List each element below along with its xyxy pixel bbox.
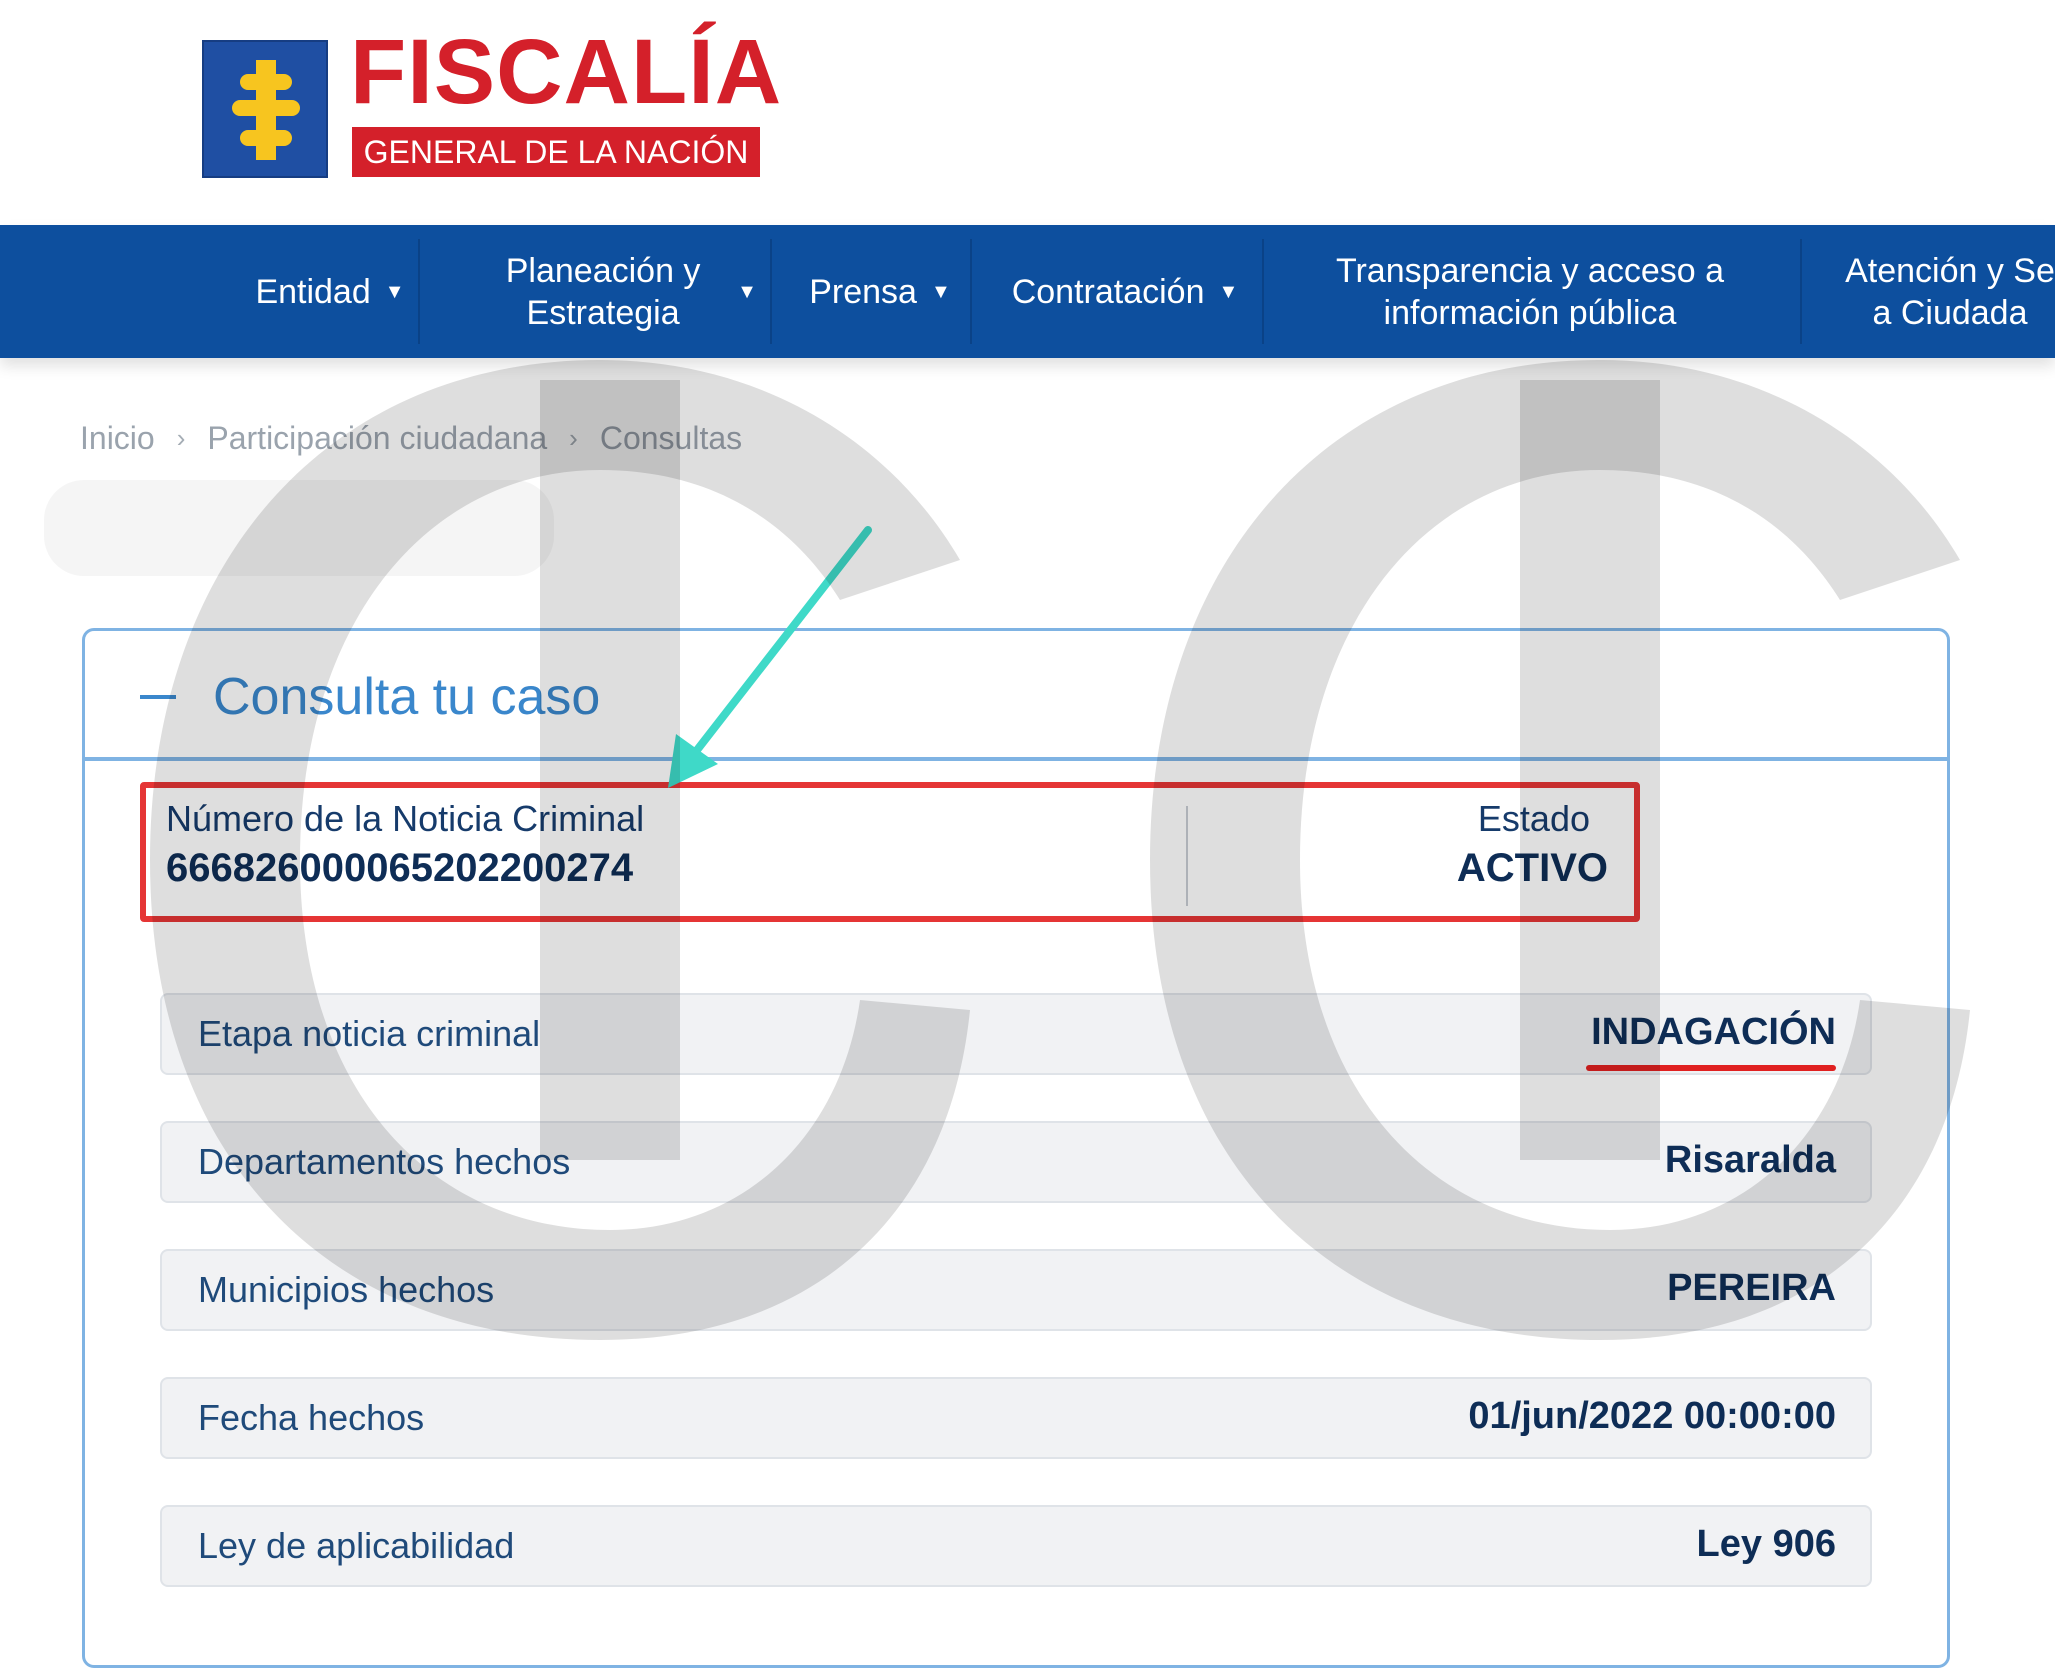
detail-row-fecha: Fecha hechos 01/jun/2022 00:00:00 xyxy=(160,1377,1872,1459)
collapse-minus-icon[interactable] xyxy=(140,695,176,699)
panel-header: Consulta tu caso xyxy=(85,631,1947,761)
faint-placeholder-bar xyxy=(44,480,554,576)
detail-row-etapa: Etapa noticia criminal INDAGACIÓN xyxy=(160,993,1872,1075)
red-underline-annotation xyxy=(1586,1065,1836,1071)
breadcrumb-inicio[interactable]: Inicio xyxy=(80,420,155,457)
nav-item-label: Transparencia y acceso a información púb… xyxy=(1335,251,1725,332)
nav-divider xyxy=(770,239,772,344)
nav-divider xyxy=(1800,239,1802,344)
nav-item-label: Atención y Se a Ciudada xyxy=(1845,251,2055,332)
chevron-right-icon: › xyxy=(176,423,186,453)
case-summary-highlight: Número de la Noticia Criminal 6668260000… xyxy=(140,782,1640,922)
row-label: Etapa noticia criminal xyxy=(198,1013,541,1054)
nav-item-label: Contratación xyxy=(1011,272,1205,311)
case-number-label: Número de la Noticia Criminal xyxy=(166,798,645,839)
nav-item-contratacion[interactable]: Contratación ▼ xyxy=(990,225,1260,358)
status-value: ACTIVO xyxy=(1456,846,1608,890)
breadcrumb-current: Consultas xyxy=(599,420,743,456)
row-value: Ley 906 xyxy=(1696,1523,1836,1565)
nav-divider xyxy=(970,239,972,344)
nav-item-label: Planeación y Estrategia xyxy=(505,251,701,332)
nav-item-atencion[interactable]: Atención y Se a Ciudada xyxy=(1845,225,2055,358)
row-label: Municipios hechos xyxy=(198,1269,495,1310)
panel-title[interactable]: Consulta tu caso xyxy=(213,665,600,729)
logo-title[interactable]: FISCALÍA xyxy=(350,22,782,122)
caret-down-icon: ▼ xyxy=(1218,280,1239,303)
caret-down-icon: ▼ xyxy=(384,280,405,303)
status-label: Estado xyxy=(1477,798,1590,839)
row-value: INDAGACIÓN xyxy=(1591,1011,1836,1053)
caret-down-icon: ▼ xyxy=(930,280,951,303)
row-label: Departamentos hechos xyxy=(198,1141,571,1182)
main-nav: Entidad ▼ Planeación y Estrategia ▼ Pren… xyxy=(0,225,2055,358)
row-label: Fecha hechos xyxy=(198,1397,425,1438)
row-value: Risaralda xyxy=(1664,1139,1836,1181)
row-value: PEREIRA xyxy=(1667,1267,1836,1309)
nav-item-transparencia[interactable]: Transparencia y acceso a información púb… xyxy=(1300,225,1760,358)
nav-item-planeacion[interactable]: Planeación y Estrategia ▼ xyxy=(470,225,770,358)
teal-arrow-annotation xyxy=(668,526,872,788)
detail-row-municipios: Municipios hechos PEREIRA xyxy=(160,1249,1872,1331)
summary-divider xyxy=(1186,806,1188,906)
nav-item-label: Entidad xyxy=(255,272,371,311)
logo-subtitle: GENERAL DE LA NACIÓN xyxy=(352,127,760,177)
case-number-value: 666826000065202200274 xyxy=(166,846,634,890)
nav-divider xyxy=(418,239,420,344)
row-value: 01/jun/2022 00:00:00 xyxy=(1468,1395,1836,1437)
fiscalia-emblem-icon[interactable] xyxy=(202,40,328,178)
nav-item-prensa[interactable]: Prensa ▼ xyxy=(790,225,970,358)
breadcrumb: Inicio › Participación ciudadana › Consu… xyxy=(80,420,742,457)
detail-row-ley: Ley de aplicabilidad Ley 906 xyxy=(160,1505,1872,1587)
nav-item-entidad[interactable]: Entidad ▼ xyxy=(240,225,420,358)
site-header: FISCALÍA GENERAL DE LA NACIÓN xyxy=(0,0,2055,225)
caret-down-icon: ▼ xyxy=(737,280,757,303)
chevron-right-icon: › xyxy=(569,423,578,453)
nav-item-label: Prensa xyxy=(809,272,917,311)
detail-row-departamentos: Departamentos hechos Risaralda xyxy=(160,1121,1872,1203)
row-label: Ley de aplicabilidad xyxy=(198,1525,515,1566)
breadcrumb-participacion[interactable]: Participación ciudadana xyxy=(207,420,547,457)
nav-divider xyxy=(1262,239,1264,344)
